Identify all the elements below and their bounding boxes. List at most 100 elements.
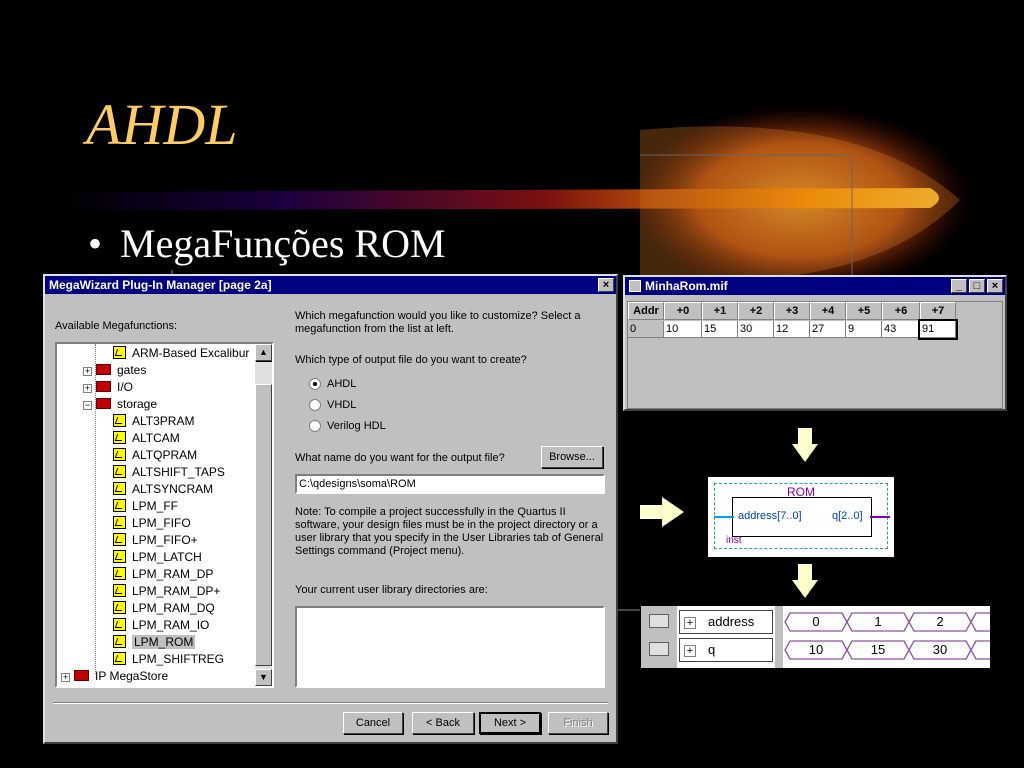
- bus-segment: [970, 640, 990, 660]
- input-port-label: address[7..0]: [738, 510, 802, 522]
- signal-name-cell[interactable]: + address: [679, 610, 773, 634]
- mif-value-cell[interactable]: 10: [664, 321, 702, 338]
- scroll-thumb[interactable]: [255, 384, 272, 666]
- radio-vhdl-indicator[interactable]: [309, 399, 321, 411]
- tree-item-label: LPM_LATCH: [132, 550, 202, 564]
- tree-item[interactable]: LPM_RAM_IO: [113, 617, 209, 634]
- megafunction-icon: [113, 414, 126, 427]
- mif-column-header: +0: [664, 302, 702, 320]
- tree-item[interactable]: LPM_SHIFTREG: [113, 651, 224, 668]
- mif-value-cell[interactable]: 91: [918, 319, 958, 340]
- megafunction-icon: [113, 618, 126, 631]
- bus-value-label: 0: [812, 614, 820, 629]
- tree-item[interactable]: ALTQPRAM: [113, 447, 197, 464]
- radio-verilog[interactable]: Verilog HDL: [309, 420, 386, 436]
- megawizard-titlebar: MegaWizard Plug-In Manager [page 2a] ×: [45, 276, 616, 294]
- tree-item[interactable]: LPM_RAM_DP: [113, 566, 213, 583]
- radio-ahdl-indicator[interactable]: [309, 378, 321, 390]
- expand-toggle[interactable]: +: [684, 645, 696, 657]
- arrow-right-icon: [640, 497, 684, 527]
- tree-item[interactable]: LPM_ROM: [113, 634, 196, 651]
- signal-name-cell[interactable]: + q: [679, 638, 773, 662]
- radio-verilog-indicator[interactable]: [309, 420, 321, 432]
- tree-item[interactable]: ARM-Based Excalibur: [113, 345, 249, 362]
- expand-toggle[interactable]: +: [684, 617, 696, 629]
- tree-item[interactable]: LPM_RAM_DQ: [113, 600, 215, 617]
- tree-item-label: ALTSYNCRAM: [132, 482, 214, 496]
- tree-item[interactable]: LPM_LATCH: [113, 549, 202, 566]
- tree-item[interactable]: ALT3PRAM: [113, 413, 194, 430]
- mif-editor-window: MinhaRom.mif _ □ × Addr 0 +0 10 +1 15 +2 30 +3 12…: [623, 275, 1007, 411]
- folder-icon: [96, 398, 111, 409]
- megafunction-icon: [113, 533, 126, 546]
- mif-value-cell[interactable]: 27: [810, 321, 846, 338]
- tree-item[interactable]: LPM_RAM_DP+: [113, 583, 220, 600]
- output-file-input[interactable]: C:\qdesigns\soma\ROM: [295, 474, 605, 494]
- mif-column-header: +2: [738, 302, 774, 320]
- tree-item-label: LPM_SHIFTREG: [132, 652, 225, 666]
- mif-value-cell[interactable]: 15: [702, 321, 738, 338]
- tree-item[interactable]: ALTSYNCRAM: [113, 481, 213, 498]
- divider: [53, 702, 608, 704]
- megafunction-icon: [113, 567, 126, 580]
- back-button[interactable]: < Back: [412, 712, 474, 734]
- tree-item-label: I/O: [117, 380, 134, 394]
- output-name-question: What name do you want for the output fil…: [295, 452, 505, 464]
- megafunction-icon: [113, 465, 126, 478]
- scroll-down-button[interactable]: ▼: [255, 669, 272, 686]
- tree-item[interactable]: ALTSHIFT_TAPS: [113, 464, 225, 481]
- radio-ahdl[interactable]: AHDL: [309, 378, 386, 394]
- signal-name: address: [708, 614, 755, 629]
- output-pin-icon: [649, 642, 669, 656]
- tree-item[interactable]: ALTCAM: [113, 430, 180, 447]
- tree-item-label: LPM_FIFO+: [132, 533, 198, 547]
- mif-value-cell[interactable]: 12: [774, 321, 810, 338]
- tree-item-label: storage: [117, 397, 158, 411]
- megafunction-icon: [113, 516, 126, 529]
- tree-item-label: ALTSHIFT_TAPS: [132, 465, 225, 479]
- tree-item[interactable]: LPM_FF: [113, 498, 178, 515]
- mif-column-header: +1: [702, 302, 738, 320]
- close-button[interactable]: ×: [598, 278, 614, 292]
- tree-item-label: ALT3PRAM: [132, 414, 195, 428]
- bus-value-label: 1: [874, 614, 882, 629]
- tree-item[interactable]: + I/O: [83, 379, 133, 396]
- next-button[interactable]: Next >: [479, 712, 541, 734]
- tree-item[interactable]: + gates: [83, 362, 146, 379]
- tree-expander[interactable]: +: [83, 384, 92, 393]
- tree-item-label: LPM_RAM_DQ: [132, 601, 215, 615]
- tree-item-label: gates: [117, 363, 147, 377]
- cancel-button[interactable]: Cancel: [343, 712, 403, 734]
- library-dirs-list[interactable]: [295, 606, 605, 688]
- tree-item[interactable]: LPM_FIFO: [113, 515, 191, 532]
- browse-button[interactable]: Browse...: [541, 446, 603, 468]
- megafunction-icon: [113, 431, 126, 444]
- mif-app-icon: [629, 280, 641, 292]
- maximize-button[interactable]: □: [969, 279, 985, 293]
- finish-button[interactable]: Finish: [548, 712, 608, 734]
- tree-expander[interactable]: +: [61, 673, 70, 682]
- bus-segment: [970, 612, 990, 632]
- tree-expander[interactable]: +: [83, 367, 92, 376]
- mif-value-cell[interactable]: 30: [738, 321, 774, 338]
- tree-scrollbar[interactable]: ▲ ▼: [255, 344, 272, 686]
- close-button[interactable]: ×: [987, 279, 1003, 293]
- bus-value-label: 30: [932, 642, 948, 657]
- megafunction-icon: [113, 499, 126, 512]
- folder-icon: [96, 364, 111, 375]
- tree-item[interactable]: + IP MegaStore: [61, 668, 168, 685]
- tree-item-label: LPM_RAM_DP+: [132, 584, 221, 598]
- megafunction-tree[interactable]: ARM-Based Excalibur + gates + I/O − storage ALT…: [55, 342, 274, 688]
- slide-title: AHDL: [86, 92, 238, 157]
- minimize-button[interactable]: _: [951, 279, 967, 293]
- bus-value-label: 15: [870, 642, 886, 657]
- tree-expander[interactable]: −: [83, 401, 92, 410]
- mif-column-header: +6: [882, 302, 920, 320]
- scroll-up-button[interactable]: ▲: [255, 344, 272, 361]
- mif-value-cell[interactable]: 43: [882, 321, 920, 338]
- mif-value-cell[interactable]: 9: [846, 321, 882, 338]
- radio-vhdl[interactable]: VHDL: [309, 399, 386, 415]
- bus-value-label: 2: [936, 614, 944, 629]
- rom-symbol-block: ROM address[7..0] q[2..0] inst: [708, 477, 894, 557]
- tree-item[interactable]: LPM_FIFO+: [113, 532, 198, 549]
